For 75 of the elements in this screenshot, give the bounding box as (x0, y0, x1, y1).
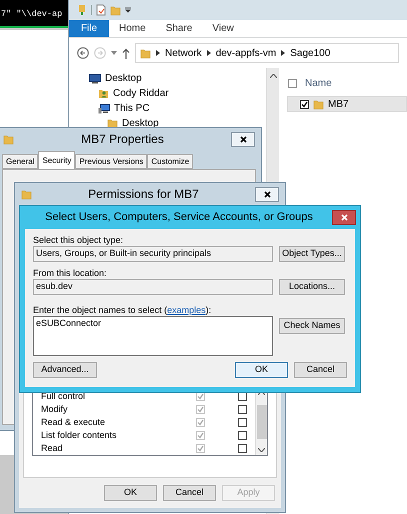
dialog-button[interactable]: Check Names (279, 318, 345, 334)
close-icon (340, 214, 348, 221)
dialog-tab[interactable]: Customize (147, 154, 194, 169)
location-field: esub.dev (33, 279, 273, 295)
dialog-tab[interactable]: General (2, 154, 38, 169)
dialog-button[interactable]: Locations... (279, 279, 345, 295)
dialog-button[interactable]: OK (104, 485, 157, 501)
nav-item[interactable]: Cody Riddar (69, 86, 266, 101)
permission-name: List folder contents (41, 428, 118, 442)
check-icon (301, 100, 308, 108)
scroll-up-icon[interactable] (270, 74, 276, 78)
permission-name: Read (41, 442, 64, 455)
breadcrumb[interactable]: Network (165, 46, 202, 60)
document-icon (96, 4, 106, 16)
ribbon-tab[interactable]: File (69, 20, 109, 37)
ribbon-tab[interactable]: View (202, 20, 244, 37)
dialog-button[interactable]: Cancel (294, 362, 347, 378)
dialog-button[interactable]: Advanced... (33, 362, 97, 378)
field-label: Select this object type: (33, 234, 124, 246)
dialog-button[interactable]: Object Types... (279, 246, 345, 262)
window-title: Permissions for MB7 (87, 186, 200, 203)
column-header[interactable]: Name (305, 76, 332, 90)
monitor-icon (89, 74, 101, 84)
file-row[interactable]: MB7 (287, 96, 407, 112)
back-icon[interactable] (77, 47, 89, 59)
deny-checkbox[interactable] (238, 405, 247, 414)
object-names-field[interactable]: eSUBConnector (33, 316, 273, 356)
deny-checkbox[interactable] (238, 431, 247, 440)
folder-icon (313, 98, 324, 110)
up-icon[interactable] (122, 48, 130, 58)
chevron-icon (281, 50, 286, 56)
window-title: MB7 Properties (80, 131, 165, 148)
dialog-tab[interactable]: Security (38, 151, 76, 169)
field-label: From this location: (33, 267, 108, 279)
ribbon-tab[interactable]: Share (156, 20, 202, 37)
folder-icon (21, 188, 32, 200)
close-button[interactable] (332, 210, 356, 225)
select-all-checkbox[interactable] (288, 78, 297, 88)
close-button[interactable] (255, 186, 279, 202)
dialog-title: Select Users, Computers, Service Accounts, or Groups (44, 210, 314, 226)
close-icon (240, 136, 246, 142)
new-folder-icon (110, 4, 121, 16)
user-folder-icon (98, 88, 109, 99)
dialog-tab[interactable]: Previous Versions (75, 154, 148, 169)
breadcrumb[interactable]: Sage100 (290, 46, 330, 60)
close-icon (264, 190, 270, 198)
computer-icon (98, 104, 110, 114)
address-bar[interactable]: Network dev-appfs-vm Sage100 (135, 43, 399, 63)
dialog-button[interactable]: Cancel (163, 485, 216, 501)
scroll-down-icon[interactable] (258, 448, 265, 452)
breadcrumb[interactable]: dev-appfs-vm (216, 46, 276, 60)
permission-name: Full control (41, 390, 86, 403)
deny-checkbox[interactable] (238, 418, 247, 427)
ribbon-tab[interactable]: Home (109, 20, 156, 37)
permission-name: Read & execute (41, 416, 106, 429)
nav-item[interactable]: This PC (69, 101, 266, 116)
folder-icon (3, 134, 14, 144)
network-folder-icon (140, 48, 151, 58)
nav-item[interactable]: Desktop (69, 71, 266, 86)
file-name: MB7 (328, 98, 349, 112)
terminal-text: 7" "\\dev-ap (0, 8, 62, 21)
nav-item[interactable]: Desktop (69, 116, 266, 131)
chevron-icon (206, 50, 211, 56)
field-label: Enter the object names to select (examples): (33, 304, 212, 316)
file-checkbox[interactable] (300, 100, 309, 108)
dropdown-icon (125, 7, 131, 13)
deny-checkbox[interactable] (238, 444, 247, 453)
dialog-button[interactable]: OK (235, 362, 288, 378)
examples-link[interactable]: examples (167, 305, 206, 315)
chevron-icon (156, 50, 160, 56)
close-button[interactable] (231, 132, 255, 146)
scroll-thumb[interactable] (256, 404, 266, 438)
dropdown-icon[interactable] (111, 51, 117, 55)
object-type-field: Users, Groups, or Built-in security principals (33, 246, 273, 262)
permission-name: Modify (41, 402, 69, 416)
